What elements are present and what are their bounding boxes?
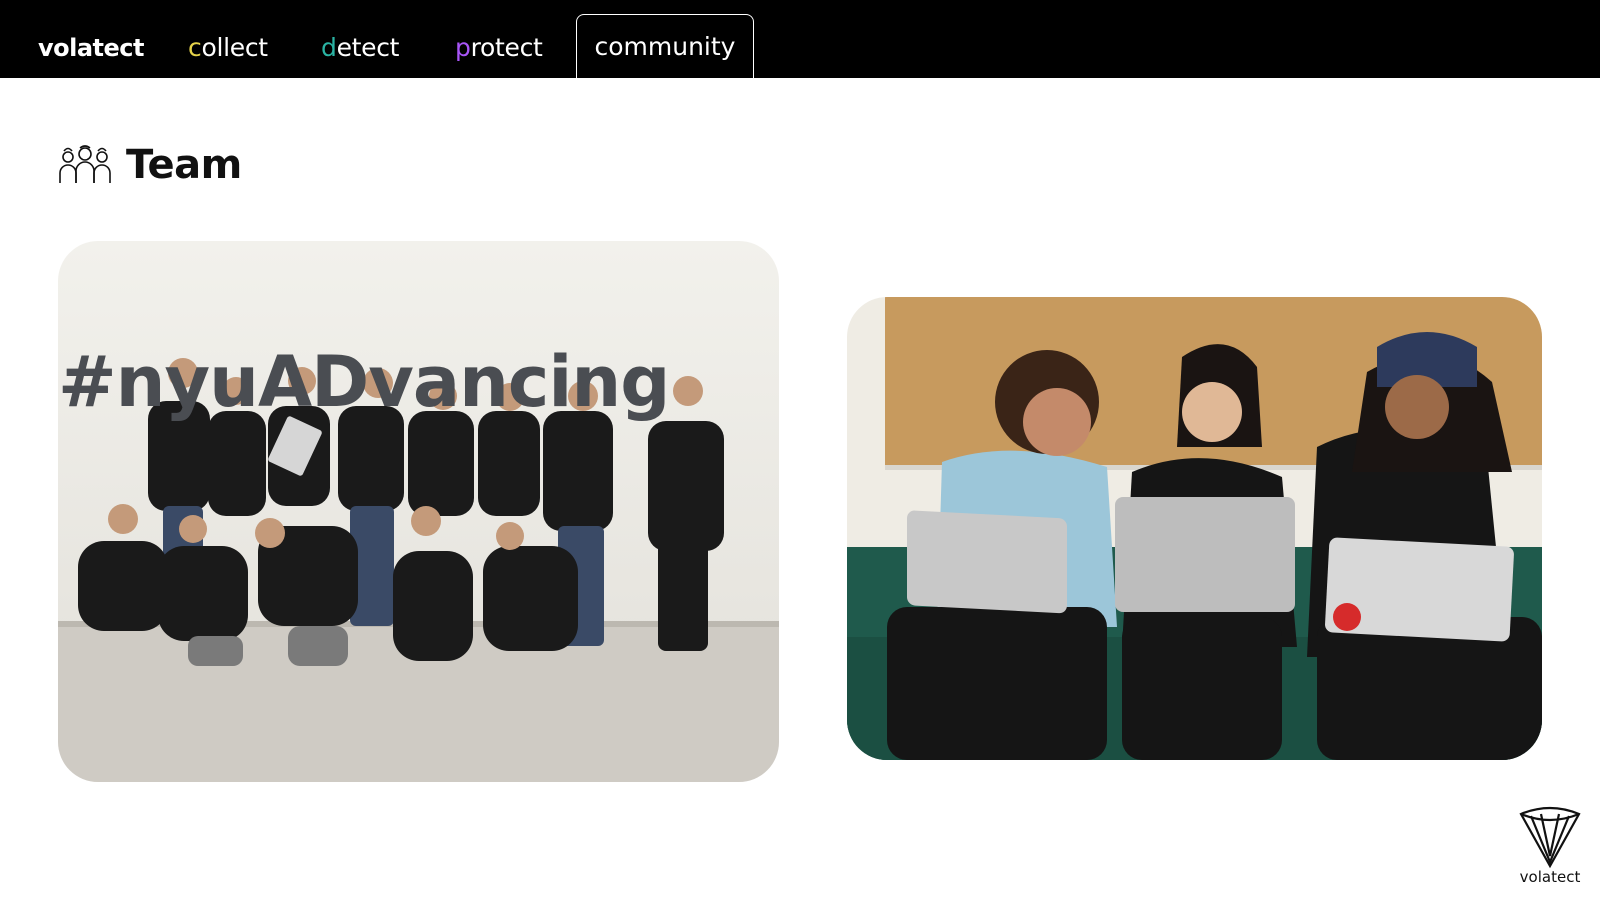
nav-item-protect-rest: rotect — [470, 33, 543, 62]
nav-item-collect-first-letter: c — [188, 33, 202, 62]
footer-logo-text: volatect — [1519, 868, 1581, 886]
nav-item-protect[interactable]: protect — [455, 33, 543, 62]
footer-logo[interactable]: volatect — [1510, 804, 1590, 886]
nav-item-detect[interactable]: detect — [321, 33, 400, 62]
group-photo-illustration — [58, 241, 779, 782]
page-title: Team — [126, 142, 242, 188]
team-icon — [59, 145, 111, 183]
nav-item-detect-rest: etect — [336, 33, 400, 62]
team-group-photo: #nyuADvancing — [58, 241, 779, 782]
wall-hashtag-text: #nyuADvancing — [58, 341, 670, 423]
nav-item-protect-first-letter: p — [455, 33, 471, 62]
volatect-logo-icon — [1519, 806, 1581, 869]
nav-item-detect-first-letter: d — [321, 33, 337, 62]
team-couch-photo — [847, 297, 1542, 760]
nav-item-community[interactable]: community — [576, 14, 754, 78]
couch-photo-illustration — [847, 297, 1542, 760]
brand-logo-text[interactable]: volatect — [38, 34, 145, 62]
team-heading: Team — [58, 140, 242, 190]
nav-item-collect-rest: ollect — [201, 33, 268, 62]
nav-item-collect[interactable]: collect — [188, 33, 268, 62]
top-nav-bar: volatect collect detect protect communit… — [0, 0, 1600, 78]
